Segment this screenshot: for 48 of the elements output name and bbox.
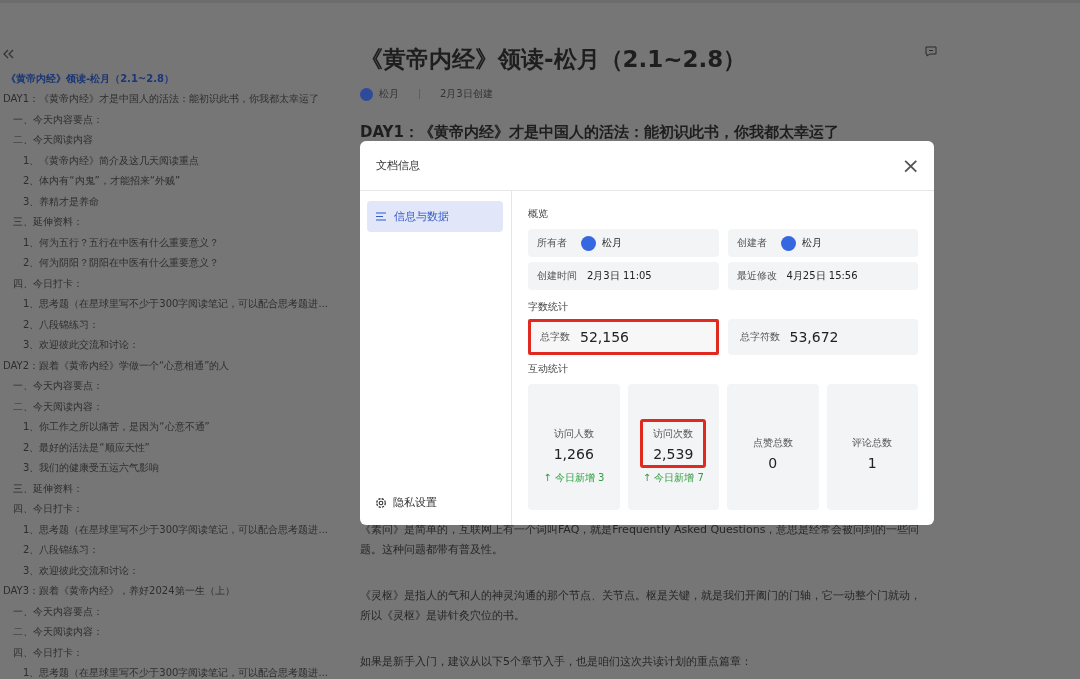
outline-item[interactable]: DAY1：《黄帝内经》才是中国人的活法：能初识此书，你我都太幸运了 bbox=[0, 89, 345, 110]
section-label: 字数统计 bbox=[528, 300, 569, 314]
stat-label: 点赞总数 bbox=[752, 435, 793, 450]
close-button[interactable]: × bbox=[897, 154, 924, 177]
outline-item[interactable]: 1、你工作之所以痛苦，是因为“心意不通” bbox=[0, 417, 345, 438]
collapse-icon[interactable] bbox=[3, 49, 15, 59]
section-heading: DAY1：《黄帝内经》才是中国人的活法：能初识此书，你我都太幸运了 bbox=[360, 123, 840, 142]
outline-item[interactable]: 2、体内有“内鬼”，才能招来“外贼” bbox=[0, 171, 345, 192]
outline-title[interactable]: 《黄帝内经》领读-松月（2.1~2.8） bbox=[0, 69, 345, 89]
outline-item[interactable]: 3、养精才是养命 bbox=[0, 191, 345, 212]
stat-value: 2,539 bbox=[653, 446, 694, 462]
outline-item[interactable]: 3、欢迎彼此交流和讨论： bbox=[0, 335, 345, 356]
section-label: 互动统计 bbox=[528, 362, 569, 376]
comment-icon[interactable] bbox=[925, 46, 937, 57]
settings-icon bbox=[375, 497, 387, 509]
nav-tab[interactable]: 信息与数据 bbox=[367, 201, 503, 232]
outline-item[interactable]: 3、欢迎彼此交流和讨论： bbox=[0, 560, 345, 581]
list-icon bbox=[376, 212, 387, 221]
outline-item[interactable]: 2、八段锦练习： bbox=[0, 314, 345, 335]
paragraph: 如果是新手入门，建议从以下5个章节入手，也是咱们这次共读计划的重点篇章： bbox=[360, 654, 753, 670]
stat-label: 访问次数 bbox=[653, 427, 694, 441]
dialog-title: 文档信息 bbox=[376, 158, 420, 173]
privacy-settings-link[interactable]: 隐私设置 bbox=[367, 496, 503, 510]
field-value: 2月3日 11:05 bbox=[587, 269, 652, 283]
stat-delta: ↑ 今日新增 3 bbox=[543, 471, 605, 485]
field-label: 创建时间 bbox=[537, 269, 577, 283]
count-label: 总字符数 bbox=[739, 330, 780, 344]
count-label: 总字数 bbox=[540, 330, 570, 344]
stat-label: 访问人数 bbox=[553, 427, 594, 441]
avatar bbox=[780, 235, 796, 251]
outline-item[interactable]: 2、八段锦练习： bbox=[0, 540, 345, 561]
stat-label: 评论总数 bbox=[852, 435, 893, 450]
section-label: 概览 bbox=[528, 207, 549, 221]
field-value: 松月 bbox=[801, 236, 822, 250]
stat-value: 0 bbox=[768, 454, 778, 471]
field-label: 所有者 bbox=[537, 236, 567, 250]
avatar bbox=[581, 235, 596, 251]
field-value: 4月25日 15:56 bbox=[786, 269, 858, 283]
stat-value: 1,266 bbox=[553, 446, 594, 462]
field-label: 最近修改 bbox=[736, 269, 777, 283]
count-value: 53,672 bbox=[789, 329, 839, 345]
document-title: 《黄帝内经》领读-松月（2.1~2.8） bbox=[360, 45, 747, 74]
avatar bbox=[360, 87, 373, 101]
field-value: 松月 bbox=[602, 236, 622, 250]
field-label: 创建者 bbox=[736, 236, 767, 250]
stat-value: 1 bbox=[867, 454, 877, 471]
count-value: 52,156 bbox=[580, 329, 629, 345]
stat-delta: ↑ 今日新增 7 bbox=[642, 471, 704, 485]
